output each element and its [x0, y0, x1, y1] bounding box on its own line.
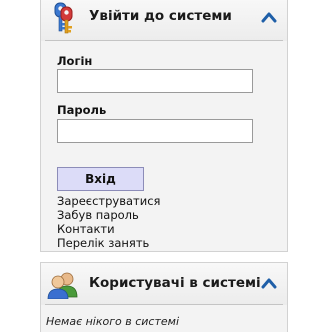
users-panel: Користувачі в системі Немає нікого в сис…: [40, 262, 288, 332]
users-status-text: Немає нікого в системі: [46, 315, 179, 328]
class-list-link[interactable]: Перелік занять: [57, 236, 160, 250]
header-divider: [45, 40, 283, 41]
login-label: Логін: [57, 54, 93, 68]
contacts-link[interactable]: Контакти: [57, 222, 160, 236]
login-input[interactable]: [57, 69, 253, 93]
users-icon: [47, 272, 78, 299]
password-input[interactable]: [57, 119, 253, 143]
login-panel: Увійти до системи Логін Пароль Вхід Заре…: [40, 0, 288, 252]
login-panel-title: Увійти до системи: [89, 8, 232, 24]
header-divider: [45, 304, 283, 305]
login-button[interactable]: Вхід: [57, 167, 144, 191]
login-links: Зареєструватися Забув пароль Контакти Пе…: [57, 194, 160, 250]
chevron-up-icon[interactable]: [261, 11, 277, 23]
register-link[interactable]: Зареєструватися: [57, 194, 160, 208]
users-panel-header: Користувачі в системі: [41, 263, 287, 305]
password-label: Пароль: [57, 103, 107, 117]
users-panel-title: Користувачі в системі: [89, 275, 261, 291]
chevron-up-icon[interactable]: [261, 277, 277, 289]
keys-icon: [54, 2, 73, 34]
forgot-password-link[interactable]: Забув пароль: [57, 208, 160, 222]
login-panel-header: Увійти до системи: [41, 0, 287, 41]
